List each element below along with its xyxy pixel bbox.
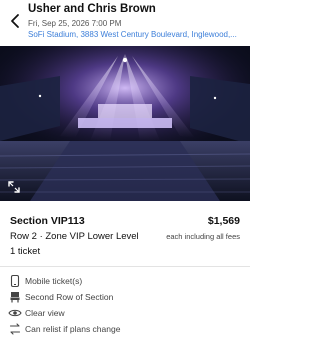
- row-zone: Row 2 · Zone VIP Lower Level: [10, 231, 139, 242]
- feature-relist: Can relist if plans change: [8, 322, 248, 336]
- feature-label: Second Row of Section: [25, 292, 114, 302]
- section-name: Section VIP113: [10, 215, 85, 227]
- stage-view-illustration: [0, 46, 250, 201]
- eye-icon: [8, 309, 22, 317]
- feature-second-row: Second Row of Section: [8, 290, 248, 304]
- feature-label: Can relist if plans change: [25, 324, 121, 334]
- event-date: Fri, Sep 25, 2026 7:00 PM: [28, 19, 122, 28]
- venue-link[interactable]: SoFi Stadium, 3883 West Century Boulevar…: [28, 30, 244, 39]
- divider: [0, 266, 250, 267]
- feature-label: Clear view: [25, 308, 65, 318]
- event-header: Usher and Chris Brown Fri, Sep 25, 2026 …: [0, 0, 250, 46]
- feature-label: Mobile ticket(s): [25, 276, 83, 286]
- back-arrow-icon[interactable]: [8, 13, 22, 29]
- feature-clear-view: Clear view: [8, 306, 248, 320]
- seat-icon: [10, 292, 20, 303]
- feature-mobile-tickets: Mobile ticket(s): [8, 274, 248, 288]
- seat-view-image[interactable]: [0, 46, 250, 201]
- mobile-phone-icon: [10, 274, 20, 288]
- event-title: Usher and Chris Brown: [28, 3, 156, 15]
- ticket-quantity: 1 ticket: [10, 246, 41, 257]
- fee-note: each including all fees: [166, 232, 240, 241]
- relist-icon: [9, 323, 21, 335]
- ticket-price: $1,569: [207, 215, 240, 227]
- expand-icon[interactable]: [7, 180, 21, 194]
